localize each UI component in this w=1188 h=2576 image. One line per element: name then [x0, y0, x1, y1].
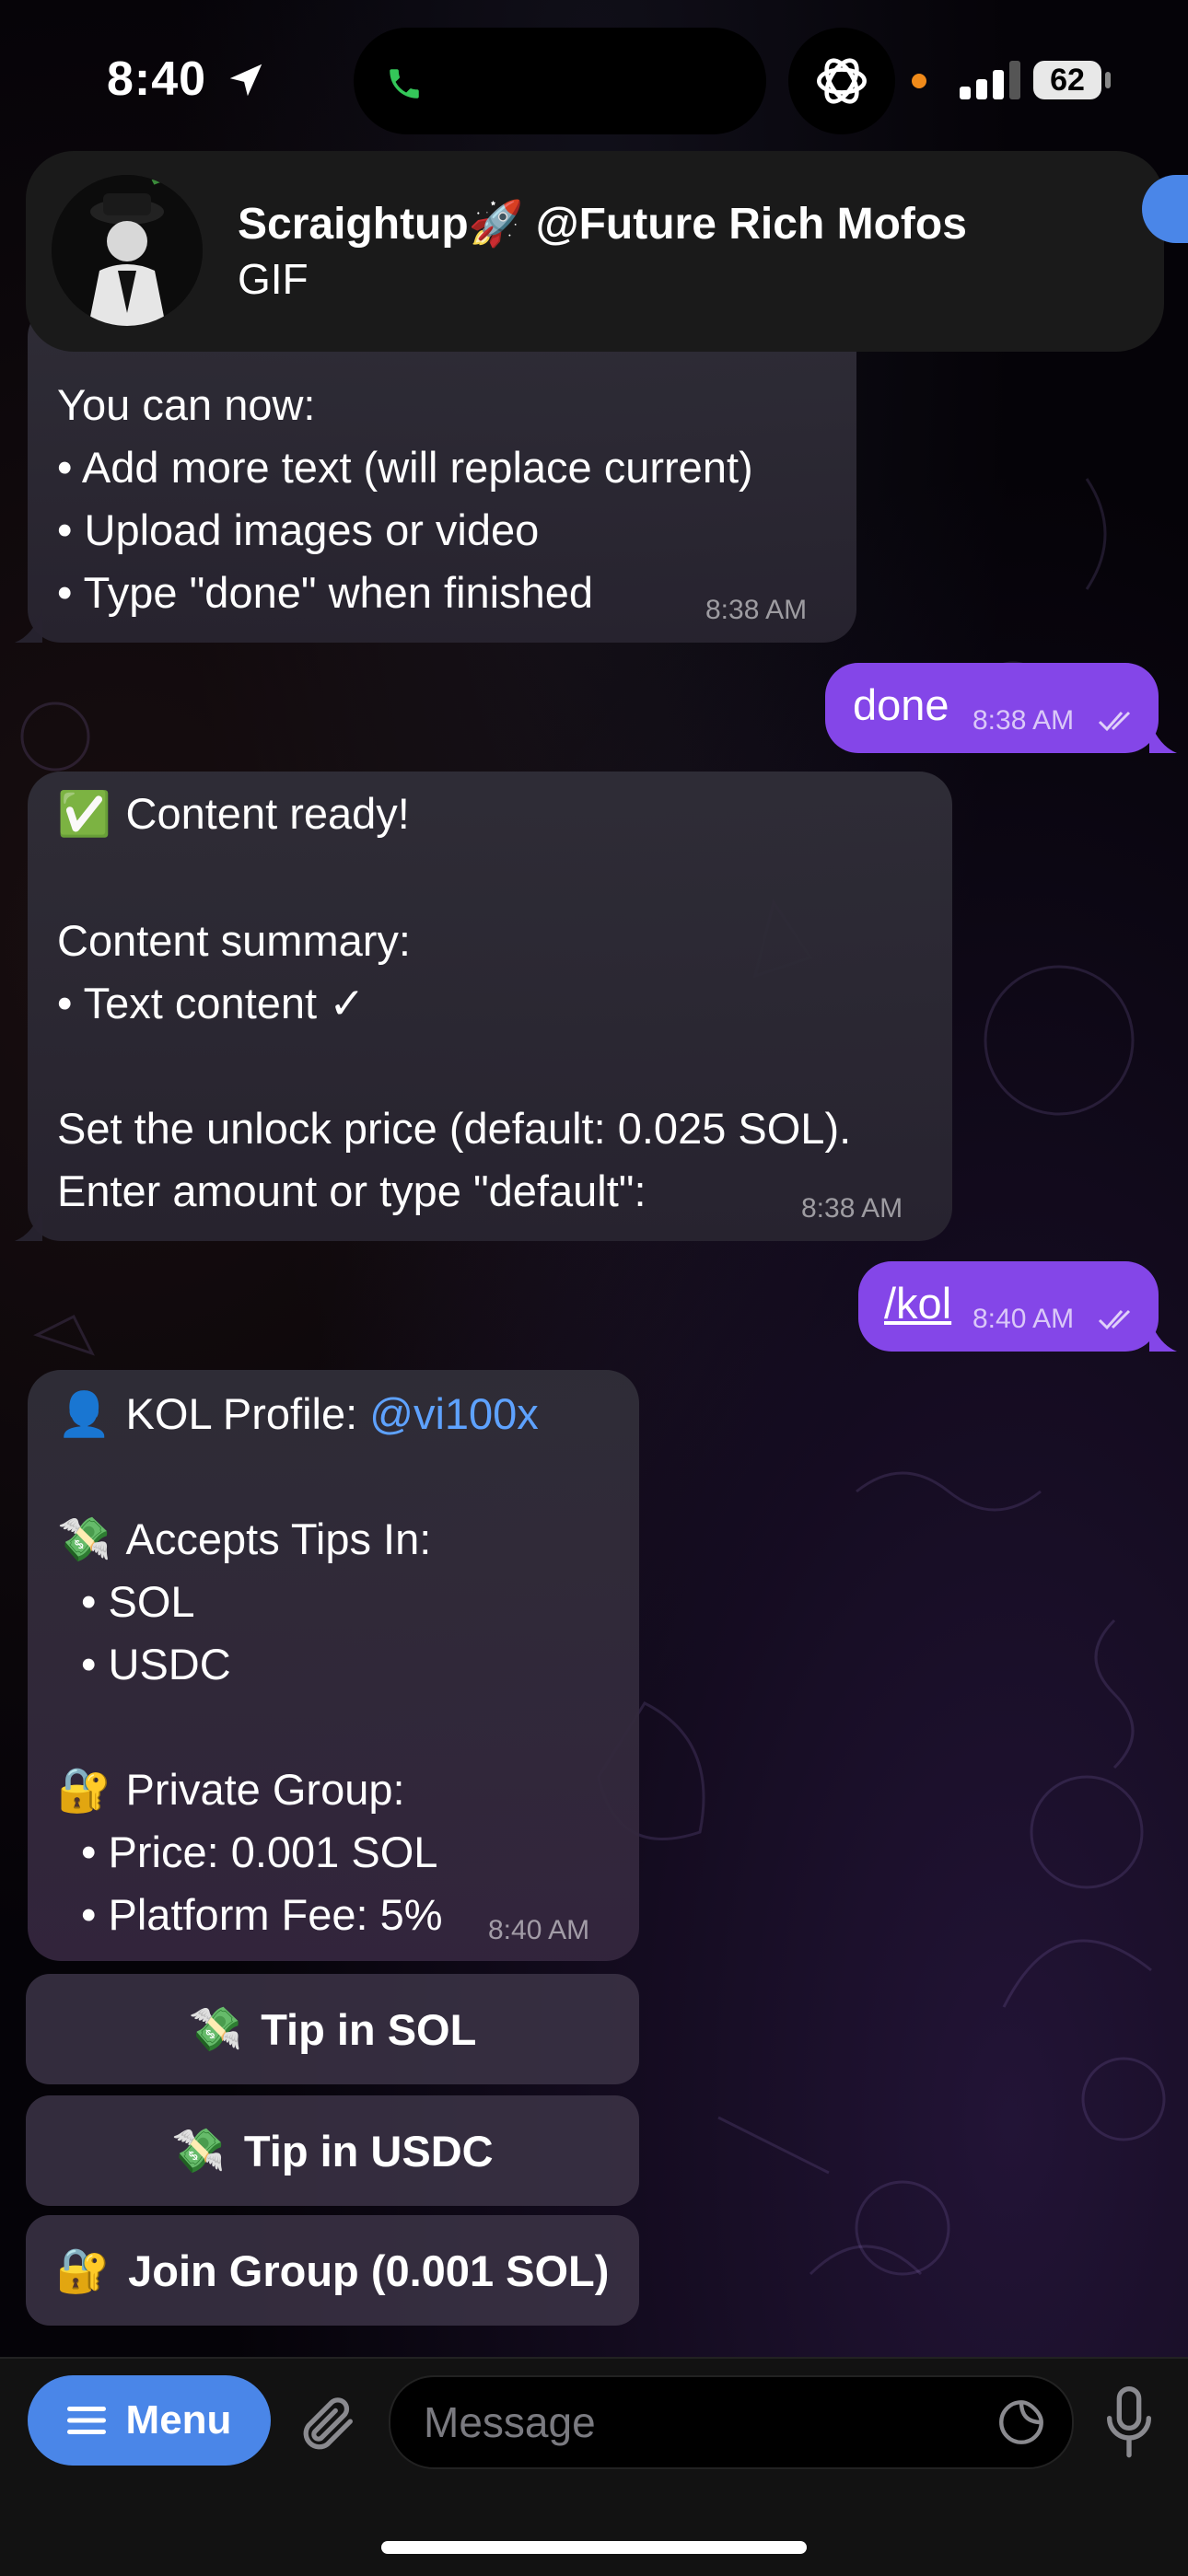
signal-icon	[960, 61, 1020, 99]
lock-key-icon: 🔐	[55, 2245, 111, 2294]
double-check-icon	[1098, 711, 1131, 732]
battery-tip	[1105, 72, 1111, 88]
battery-icon: 62	[1033, 61, 1101, 99]
message-time: 8:38 AM	[801, 1193, 903, 1224]
join-group-button[interactable]: 🔐 Join Group (0.001 SOL)	[26, 2215, 639, 2326]
message-line: • SOL	[81, 1577, 195, 1626]
double-check-icon	[1098, 1309, 1131, 1330]
message-line: 👤 KOL Profile: @vi100x	[57, 1388, 539, 1440]
sticker-icon[interactable]	[995, 2396, 1048, 2449]
message-line: ✅ Content ready!	[57, 788, 410, 840]
button-label: Join Group (0.001 SOL)	[128, 2245, 610, 2295]
profile-handle-link[interactable]: @vi100x	[369, 1389, 539, 1438]
home-indicator[interactable]	[381, 2541, 807, 2554]
money-wings-icon: 💸	[171, 2126, 226, 2175]
phone-icon	[390, 69, 419, 99]
tips-label: Accepts Tips In:	[125, 1514, 432, 1563]
message-time: 8:40 AM	[973, 1304, 1075, 1334]
message-line: • Upload images or video	[57, 505, 540, 554]
money-wings-icon: 💸	[188, 2004, 243, 2053]
message-time: 8:38 AM	[705, 595, 808, 625]
privacy-indicator-dot	[912, 74, 926, 88]
avatar	[52, 175, 203, 326]
location-arrow-icon	[229, 64, 262, 97]
button-label: Tip in USDC	[243, 2126, 494, 2176]
message-line: • Platform Fee: 5%	[81, 1890, 443, 1939]
message-line: 🔐 Private Group:	[57, 1764, 405, 1816]
notification-subtitle: GIF	[238, 255, 309, 303]
menu-button[interactable]: Menu	[28, 2375, 271, 2466]
message-text: done	[853, 680, 949, 729]
message-time: 8:40 AM	[488, 1915, 590, 1945]
menu-label: Menu	[125, 2397, 232, 2443]
money-wings-icon: 💸	[57, 1514, 111, 1563]
check-mark-icon: ✅	[57, 789, 111, 838]
message-line: Set the unlock price (default: 0.025 SOL…	[57, 1104, 852, 1153]
group-label: Private Group:	[125, 1765, 405, 1814]
message-line: • Text content ✓	[57, 979, 366, 1027]
bubble-tail	[15, 1208, 42, 1241]
message-text: Content ready!	[125, 789, 410, 838]
message-line: 💸 Accepts Tips In:	[57, 1514, 431, 1565]
profile-label: KOL Profile:	[125, 1389, 370, 1438]
message-time: 8:38 AM	[973, 705, 1075, 736]
button-label: Tip in SOL	[261, 2004, 477, 2054]
message-line: • Type "done" when finished	[57, 568, 594, 617]
message-placeholder: Message	[424, 2398, 596, 2446]
bubble-tail	[1149, 1318, 1177, 1352]
message-line: You can now:	[57, 380, 316, 429]
bubble-tail	[1149, 720, 1177, 753]
tip-in-sol-button[interactable]: 💸 Tip in SOL	[26, 1974, 639, 2084]
lock-key-icon: 🔐	[57, 1765, 111, 1814]
message-line: Enter amount or type "default":	[57, 1166, 646, 1215]
hamburger-icon	[66, 2407, 106, 2434]
notification-title: Scraightup🚀 @Future Rich Mofos	[238, 200, 967, 249]
message-line: • USDC	[81, 1640, 231, 1688]
microphone-icon[interactable]	[1103, 2386, 1155, 2460]
message-line: • Price: 0.001 SOL	[81, 1828, 438, 1876]
message-line: Content summary:	[57, 916, 411, 965]
tip-in-usdc-button[interactable]: 💸 Tip in USDC	[26, 2095, 639, 2206]
bubble-tail	[15, 609, 42, 643]
status-time: 8:40	[107, 52, 207, 106]
person-icon: 👤	[57, 1389, 111, 1438]
message-line: • Add more text (will replace current)	[57, 443, 753, 492]
command-link[interactable]: /kol	[884, 1278, 951, 1329]
chatgpt-icon	[817, 58, 867, 104]
paperclip-icon[interactable]	[297, 2392, 361, 2456]
